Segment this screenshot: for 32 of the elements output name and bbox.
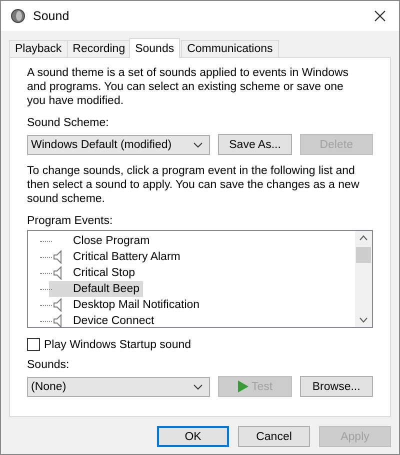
sound-dropdown[interactable]: (None) — [27, 376, 210, 396]
dialog-button[interactable]: Cancel — [238, 426, 310, 447]
scroll-down-icon[interactable] — [359, 317, 368, 323]
sounds-label: Sounds: — [27, 358, 70, 372]
chevron-down-icon — [193, 142, 204, 148]
events-label: Program Events: — [27, 214, 114, 228]
browse-button[interactable]: Browse... — [300, 376, 374, 397]
event-item[interactable]: Default Beep — [49, 281, 142, 297]
scrollbar-thumb[interactable] — [356, 247, 371, 263]
close-icon[interactable] — [374, 10, 386, 22]
scrollbar[interactable] — [355, 231, 372, 327]
tab[interactable]: Playback — [9, 40, 68, 57]
startup-label: Play Windows Startup sound — [44, 338, 192, 350]
chevron-down-icon — [193, 384, 204, 390]
instructions-text: To change sounds, click a program event in the following list and then select a sound to apply. You can save the changes as a new sound scheme. — [27, 164, 360, 206]
event-item[interactable]: Critical Battery Alarm — [49, 249, 184, 265]
event-item[interactable]: Close Program — [49, 233, 153, 249]
event-item[interactable]: Desktop Mail Notification — [49, 297, 203, 313]
scheme-label: Sound Scheme: — [27, 116, 110, 130]
play-icon — [237, 380, 250, 393]
intro-text: A sound theme is a set of sounds applied to events in Windows and programs. You can select an existing scheme or save one you have modified. — [27, 66, 350, 108]
tab[interactable]: Sounds — [129, 38, 180, 58]
dialog-button[interactable]: OK — [157, 426, 229, 447]
tab[interactable]: Communications — [181, 40, 279, 57]
event-item[interactable]: Device Connect — [49, 313, 158, 329]
window-title: Sound — [33, 9, 70, 23]
startup-checkbox[interactable] — [27, 338, 40, 351]
scheme-button[interactable]: Save As... — [218, 134, 292, 155]
scheme-dropdown[interactable]: Windows Default (modified) — [27, 134, 210, 154]
tab[interactable]: Recording — [66, 40, 132, 57]
event-item[interactable]: Critical Stop — [49, 265, 138, 281]
scroll-up-icon[interactable] — [359, 235, 368, 241]
